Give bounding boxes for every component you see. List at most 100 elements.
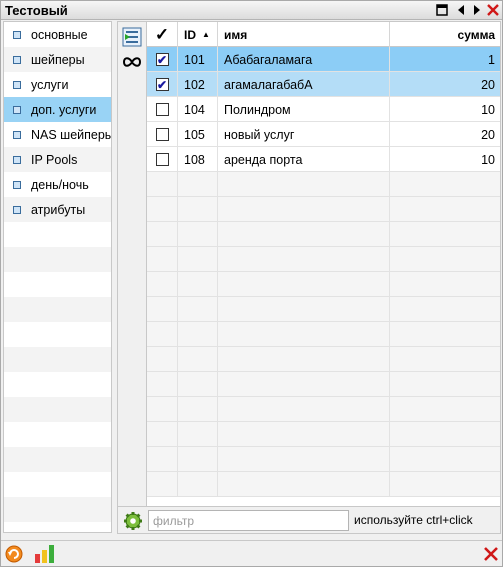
table-row[interactable]: 104 Полиндром 10 [147, 97, 500, 122]
sidebar-item-label: день/ночь [31, 177, 89, 192]
edit-list-icon[interactable] [122, 27, 142, 47]
sidebar-blank-row [4, 322, 111, 347]
restore-window-icon[interactable] [435, 3, 449, 17]
bullet-icon [13, 180, 21, 189]
checkmark-icon: ✓ [154, 24, 170, 44]
column-header-name[interactable]: имя [218, 22, 390, 47]
arrow-right-icon[interactable] [470, 3, 484, 17]
ctrl-click-hint: используйте ctrl+click [354, 513, 473, 527]
row-id: 105 [178, 122, 218, 147]
empty-row [147, 272, 500, 297]
empty-cell [218, 197, 390, 222]
row-checkbox-cell[interactable]: ✔ [147, 72, 178, 97]
bullet-icon [13, 155, 21, 164]
column-label-id: ID [184, 27, 196, 42]
services-panel: ✓ ID ▲ имя сумма ✔ 101 Абабагаламага 1 ✔ 102 а… [117, 21, 501, 534]
column-header-id[interactable]: ID ▲ [178, 22, 218, 47]
sidebar-blank-row [4, 447, 111, 472]
sidebar-item-label: услуги [31, 77, 69, 92]
empty-cell [218, 297, 390, 322]
row-name: новый услуг [218, 122, 390, 147]
sidebar-item-ip-pools[interactable]: IP Pools [4, 147, 111, 172]
bullet-icon [13, 205, 21, 214]
row-checkbox[interactable] [155, 153, 169, 166]
row-name: Полиндром [218, 97, 390, 122]
row-sum: 20 [481, 77, 495, 92]
empty-cell [147, 397, 178, 422]
gear-icon[interactable] [123, 511, 143, 531]
footer-toolbar [1, 540, 502, 566]
row-name: аренда порта [218, 147, 390, 172]
infinity-icon[interactable] [121, 54, 143, 70]
row-id: 108 [178, 147, 218, 172]
bar-chart-icon[interactable] [34, 544, 56, 564]
sidebar-item-osnovnye[interactable]: основные [4, 22, 111, 47]
sidebar-item-atributy[interactable]: атрибуты [4, 197, 111, 222]
empty-row [147, 397, 500, 422]
empty-cell [147, 172, 178, 197]
sidebar-item-nas-sheipery[interactable]: NAS шейперы [4, 122, 111, 147]
bullet-icon [13, 130, 21, 139]
row-sum: 1 [488, 52, 495, 67]
sidebar-item-sheipery[interactable]: шейперы [4, 47, 111, 72]
empty-cell [147, 222, 178, 247]
sidebar-item-uslugi[interactable]: услуги [4, 72, 111, 97]
empty-cell [218, 372, 390, 397]
column-header-check[interactable]: ✓ [147, 22, 178, 47]
empty-cell [178, 347, 218, 372]
table-row[interactable]: ✔ 102 агамалагабабА 20 [147, 72, 500, 97]
empty-cell [218, 272, 390, 297]
window: Тестовый основные шейперы услуги доп. ус… [0, 0, 503, 567]
row-checkbox-cell[interactable] [147, 147, 178, 172]
empty-cell [147, 297, 178, 322]
empty-cell [178, 422, 218, 447]
arrow-left-icon[interactable] [454, 3, 468, 17]
sidebar-blank-row [4, 247, 111, 272]
empty-cell [218, 347, 390, 372]
sidebar-blank-row [4, 497, 111, 522]
empty-row [147, 297, 500, 322]
empty-row [147, 197, 500, 222]
empty-cell [147, 272, 178, 297]
row-id: 101 [178, 47, 218, 72]
empty-cell [178, 272, 218, 297]
empty-cell [147, 422, 178, 447]
delete-icon[interactable] [484, 547, 498, 561]
empty-cell [178, 397, 218, 422]
sidebar-item-dop-uslugi[interactable]: доп. услуги [4, 97, 111, 122]
sidebar-item-label: шейперы [31, 52, 85, 67]
refresh-icon[interactable] [5, 545, 23, 563]
row-checkbox[interactable] [155, 103, 169, 116]
empty-row [147, 347, 500, 372]
row-checkbox[interactable]: ✔ [155, 53, 169, 66]
row-name: Абабагаламага [218, 47, 390, 72]
empty-cell [178, 297, 218, 322]
table-row[interactable]: ✔ 101 Абабагаламага 1 [147, 47, 500, 72]
empty-cell [218, 322, 390, 347]
empty-cell [147, 247, 178, 272]
filter-bar: используйте ctrl+click [118, 506, 500, 533]
empty-cell [178, 222, 218, 247]
sidebar-blank-row [4, 372, 111, 397]
sidebar-blank-row [4, 222, 111, 247]
row-checkbox-cell[interactable] [147, 97, 178, 122]
sidebar-item-den-noch[interactable]: день/ночь [4, 172, 111, 197]
sidebar-item-label: IP Pools [31, 152, 78, 167]
title-bar: Тестовый [1, 1, 502, 20]
table-row[interactable]: 105 новый услуг 20 [147, 122, 500, 147]
column-label-name: имя [224, 27, 248, 42]
column-header-sum[interactable]: сумма [390, 22, 500, 47]
row-sum: 10 [481, 152, 495, 167]
empty-cell [218, 247, 390, 272]
row-checkbox[interactable]: ✔ [155, 78, 169, 91]
sidebar-blank-row [4, 347, 111, 372]
empty-cell [178, 372, 218, 397]
sidebar-item-label: основные [31, 27, 88, 42]
row-checkbox-cell[interactable] [147, 122, 178, 147]
close-icon[interactable] [486, 3, 500, 17]
row-checkbox[interactable] [155, 128, 169, 141]
filter-input[interactable] [148, 510, 349, 531]
row-checkbox-cell[interactable]: ✔ [147, 47, 178, 72]
table-row[interactable]: 108 аренда порта 10 [147, 147, 500, 172]
row-id: 102 [178, 72, 218, 97]
